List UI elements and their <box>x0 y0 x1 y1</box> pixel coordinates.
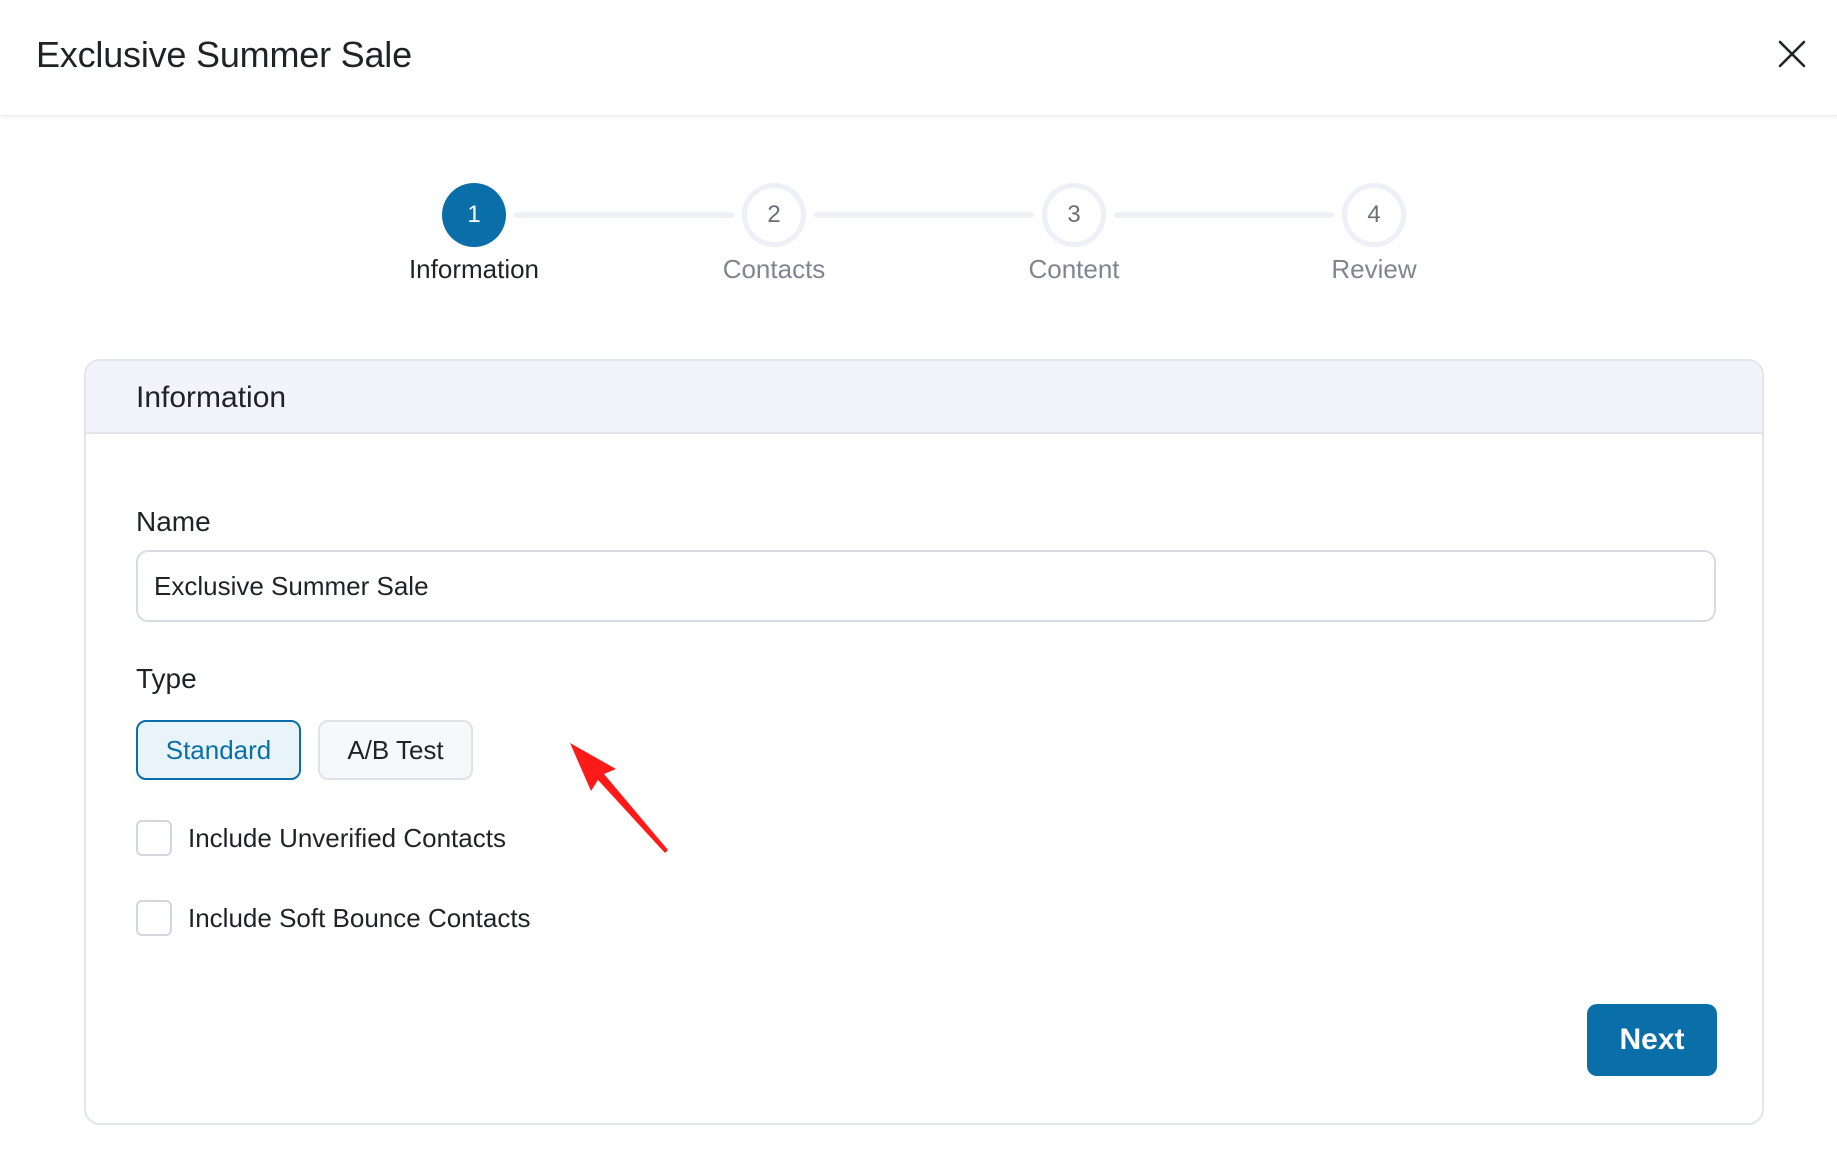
step-1-circle[interactable]: 1 <box>442 183 506 247</box>
next-button[interactable]: Next <box>1587 1004 1717 1076</box>
stepper: 1 2 3 4 Information Contacts Content Rev… <box>0 0 1837 300</box>
step-2-label: Contacts <box>722 254 826 284</box>
soft-bounce-contacts-checkbox[interactable] <box>136 900 172 936</box>
type-ab-test-button[interactable]: A/B Test <box>318 720 473 780</box>
step-4-circle[interactable]: 4 <box>1342 183 1406 247</box>
step-3-circle[interactable]: 3 <box>1042 183 1106 247</box>
soft-bounce-contacts-label: Include Soft Bounce Contacts <box>188 902 531 933</box>
step-1-label: Information <box>408 254 540 284</box>
unverified-contacts-label: Include Unverified Contacts <box>188 822 506 853</box>
information-card: Information Name Type Standard A/B Test … <box>84 359 1764 1125</box>
card-header: Information <box>86 361 1762 434</box>
name-label: Name <box>136 506 211 537</box>
type-standard-button[interactable]: Standard <box>136 720 301 780</box>
unverified-contacts-option[interactable]: Include Unverified Contacts <box>136 820 506 856</box>
card-title: Information <box>136 381 287 414</box>
name-input[interactable] <box>136 550 1716 622</box>
soft-bounce-contacts-option[interactable]: Include Soft Bounce Contacts <box>136 900 531 936</box>
step-connector <box>814 212 1034 218</box>
step-3-label: Content <box>1028 254 1120 284</box>
type-label: Type <box>136 663 197 694</box>
step-connector <box>1114 212 1334 218</box>
step-connector <box>514 212 734 218</box>
unverified-contacts-checkbox[interactable] <box>136 820 172 856</box>
step-2-circle[interactable]: 2 <box>742 183 806 247</box>
step-4-label: Review <box>1331 254 1417 284</box>
